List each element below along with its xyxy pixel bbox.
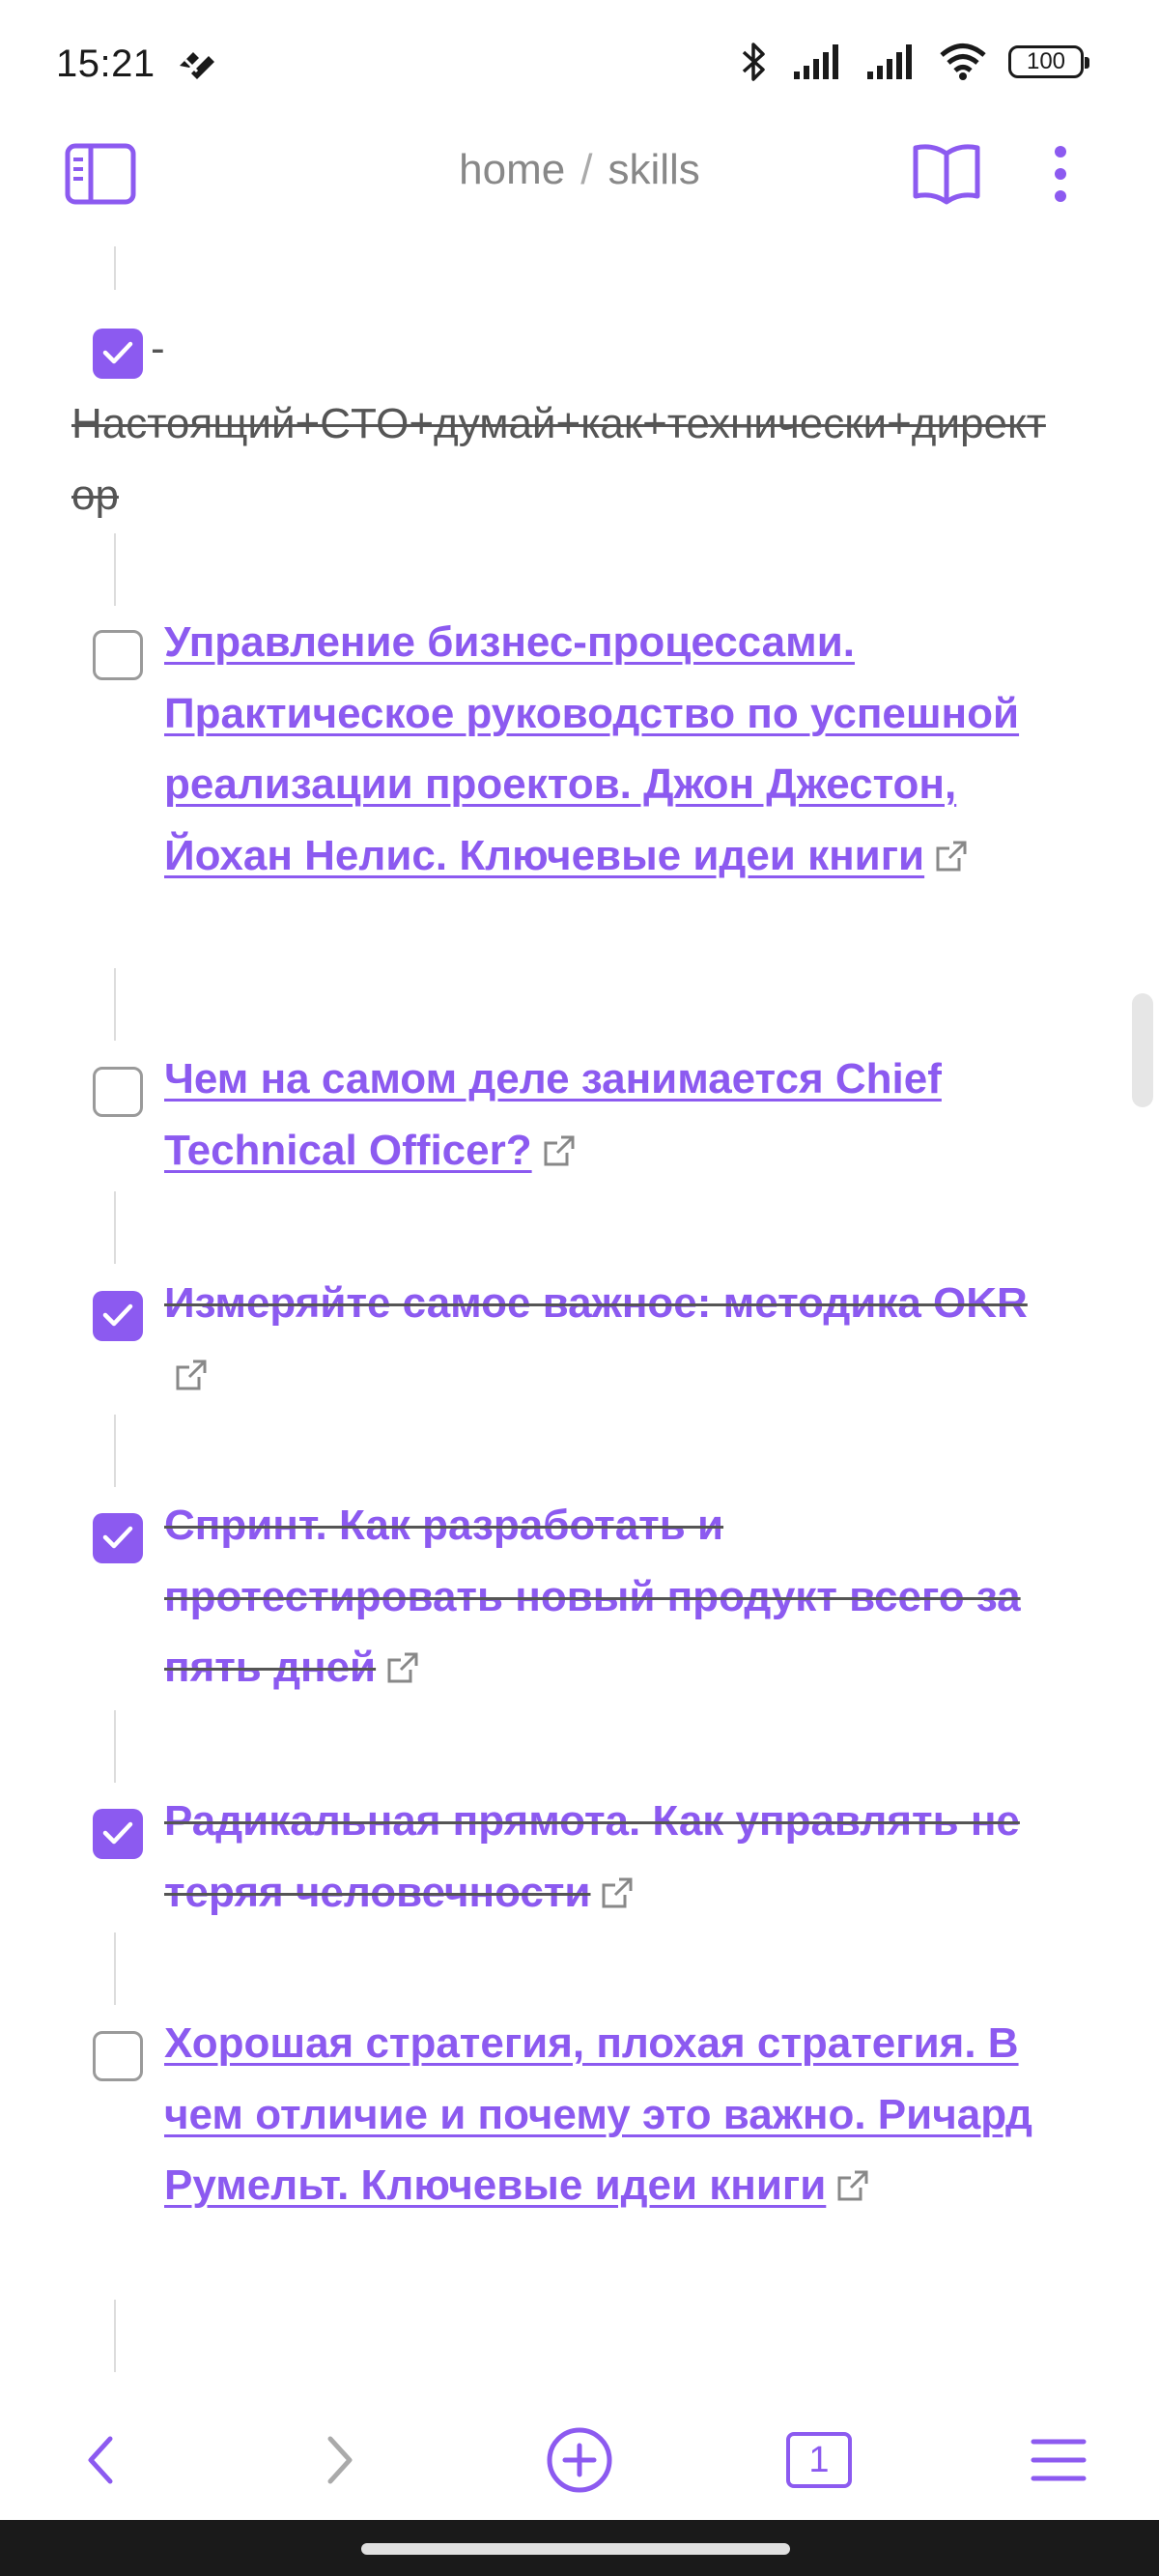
signal-icon	[867, 44, 912, 79]
scrollbar-thumb[interactable]	[1132, 993, 1153, 1107]
task-checkbox[interactable]	[93, 329, 143, 379]
breadcrumb-home[interactable]: home	[459, 146, 565, 193]
battery-level: 100	[1026, 48, 1066, 74]
task-text: Настоящий+CTO+думай+как+технически+дирек…	[71, 400, 1046, 519]
back-arrow-icon	[88, 2436, 113, 2484]
tree-rail	[114, 1191, 116, 1264]
task-checkbox[interactable]	[93, 2031, 143, 2081]
external-link-icon	[544, 1135, 575, 1165]
task-link[interactable]: Управление бизнес-процессами. Практическ…	[164, 618, 1019, 879]
hamburger-menu-icon	[1031, 2439, 1087, 2481]
app-notification-icon	[180, 52, 214, 79]
menu-button[interactable]	[1016, 2418, 1101, 2503]
breadcrumb-current[interactable]: skills	[608, 146, 699, 193]
home-indicator[interactable]	[361, 2543, 790, 2555]
task-link-container: Управление бизнес-процессами. Практическ…	[164, 607, 1053, 891]
status-time: 15:21	[56, 43, 155, 85]
breadcrumb: home / skills	[0, 146, 1159, 194]
task-prefix: -	[151, 325, 165, 372]
task-link-container: Измеряйте самое важное: методика OKR	[164, 1268, 1053, 1410]
status-icons: 100	[738, 41, 1089, 83]
tree-rail	[114, 533, 116, 606]
battery-icon: 100	[1008, 45, 1089, 78]
bottom-toolbar: 1	[0, 2400, 1159, 2520]
tree-rail	[114, 2300, 116, 2372]
task-link[interactable]: Спринт. Как разработать и протестировать…	[164, 1502, 1021, 1691]
task-link[interactable]: Радикальная прямота. Как управлять не те…	[164, 1797, 1020, 1916]
task-link[interactable]: Хорошая стратегия, плохая стратегия. В ч…	[164, 2019, 1032, 2209]
task-link-container: Радикальная прямота. Как управлять не те…	[164, 1786, 1053, 1928]
book-open-icon[interactable]	[912, 140, 981, 208]
breadcrumb-separator: /	[580, 146, 593, 193]
wifi-icon	[940, 43, 986, 80]
tree-rail	[114, 1415, 116, 1487]
forward-arrow-icon	[327, 2436, 353, 2484]
task-link-container: Хорошая стратегия, плохая стратегия. В ч…	[164, 2008, 1053, 2221]
task-checkbox[interactable]	[93, 1809, 143, 1859]
add-button[interactable]	[537, 2418, 622, 2503]
bluetooth-icon	[742, 43, 765, 81]
task-checkbox[interactable]	[93, 630, 143, 680]
task-link[interactable]: Измеряйте самое важное: методика OKR	[164, 1279, 1028, 1327]
more-vertical-icon[interactable]	[1041, 142, 1080, 206]
external-link-icon	[936, 841, 967, 871]
top-app-bar: home / skills	[0, 130, 1159, 219]
task-link-container: Чем на самом деле занимается Chief Techn…	[164, 1044, 1053, 1186]
status-bar: 15:21 100	[0, 0, 1159, 130]
tree-rail	[114, 246, 116, 290]
tabs-button[interactable]: 1	[777, 2418, 862, 2503]
task-link-container: Спринт. Как разработать и протестировать…	[164, 1490, 1053, 1703]
external-link-icon	[837, 2170, 868, 2201]
signal-icon	[794, 44, 838, 79]
task-checkbox[interactable]	[93, 1291, 143, 1341]
tabs-icon: 1	[786, 2432, 852, 2488]
back-button[interactable]	[58, 2418, 143, 2503]
tree-rail	[114, 968, 116, 1041]
tree-rail	[114, 1932, 116, 2005]
add-circle-icon	[547, 2427, 612, 2493]
task-list: - Настоящий+CTO+думай+как+технически+дир…	[0, 222, 1159, 2377]
tree-rail	[114, 1710, 116, 1783]
task-checkbox[interactable]	[93, 1067, 143, 1117]
external-link-icon	[602, 1877, 633, 1907]
task-checkbox[interactable]	[93, 1513, 143, 1563]
external-link-icon	[387, 1652, 418, 1683]
forward-button[interactable]	[297, 2418, 382, 2503]
external-link-icon	[176, 1360, 207, 1389]
system-nav-bar	[0, 2520, 1159, 2576]
